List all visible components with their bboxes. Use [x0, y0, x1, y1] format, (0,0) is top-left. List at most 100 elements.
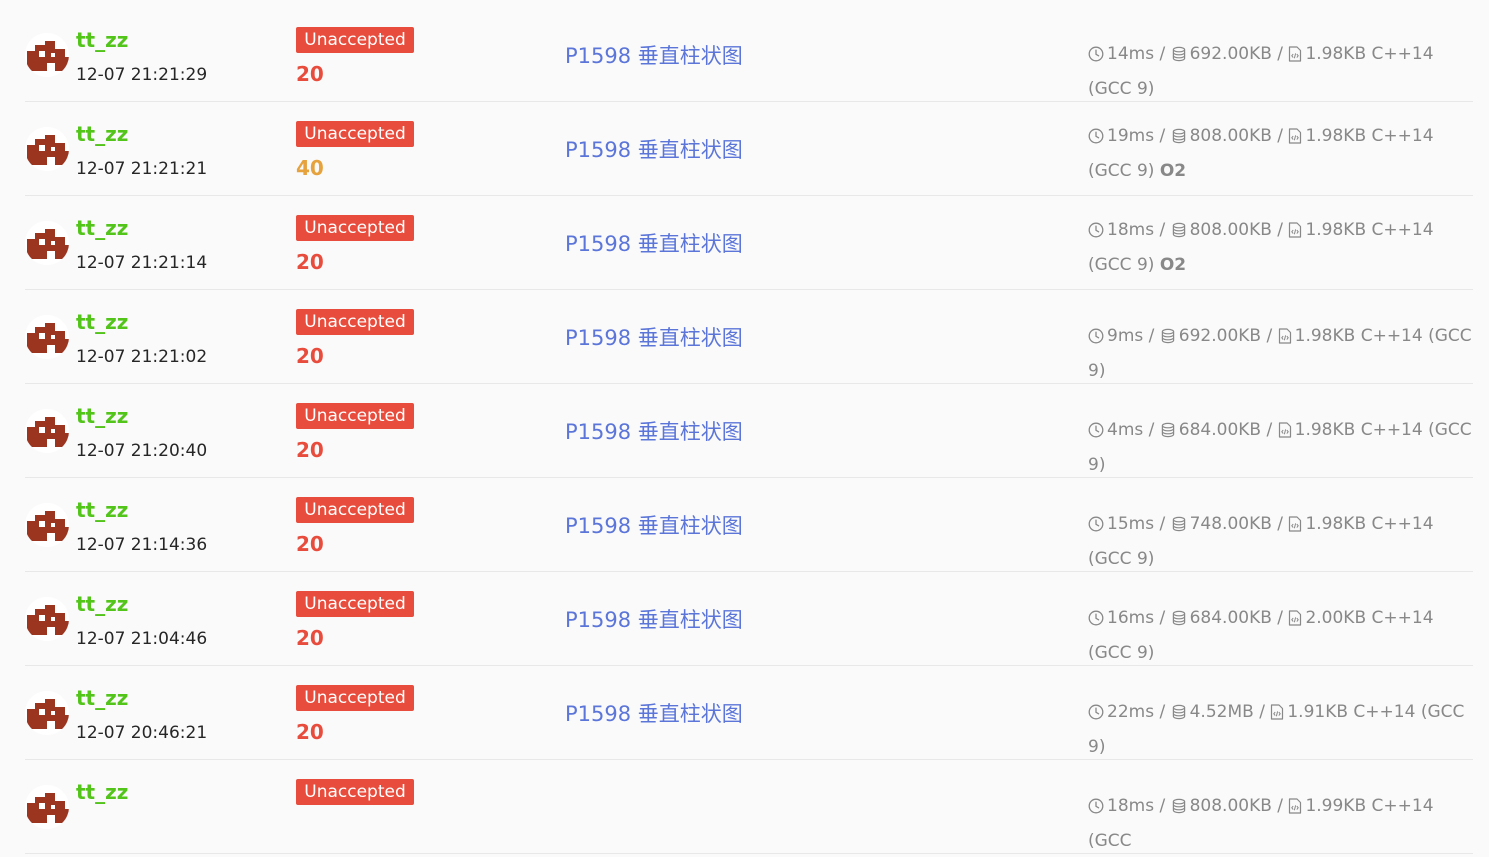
username-link[interactable]: tt_zz — [76, 28, 128, 52]
problem-link[interactable]: P1598 垂直柱状图 — [565, 606, 743, 634]
status-badge[interactable]: Unaccepted — [296, 403, 414, 429]
database-icon — [1171, 123, 1187, 155]
submit-time: 12-07 20:46:21 — [76, 723, 208, 743]
code-size: 1.91KB — [1287, 702, 1349, 722]
status-badge[interactable]: Unaccepted — [296, 497, 414, 523]
username-link[interactable]: tt_zz — [76, 404, 128, 428]
database-icon — [1160, 323, 1176, 355]
clock-icon — [1088, 699, 1104, 731]
memory-usage: 808.00KB — [1189, 220, 1272, 240]
problem-link[interactable]: P1598 垂直柱状图 — [565, 136, 743, 164]
submission-row[interactable]: tt_zz Unaccepted 18ms / 808.00KB / 1.99KB … — [25, 760, 1473, 854]
submission-stats: 9ms / 692.00KB / 1.98KB C++14 (GCC 9) — [1088, 320, 1473, 387]
submission-row[interactable]: tt_zz 12-07 21:14:36 Unaccepted 20 P1598 垂直柱… — [25, 478, 1473, 572]
score: 20 — [296, 250, 324, 274]
code-size: 1.98KB — [1294, 420, 1356, 440]
clock-icon — [1088, 217, 1104, 249]
problem-link[interactable]: P1598 垂直柱状图 — [565, 700, 743, 728]
clock-icon — [1088, 323, 1104, 355]
submit-time: 12-07 21:21:29 — [76, 65, 208, 85]
code-file-icon — [1288, 793, 1302, 825]
code-file-icon — [1270, 699, 1284, 731]
status-badge[interactable]: Unaccepted — [296, 779, 414, 805]
clock-icon — [1088, 123, 1104, 155]
memory-usage: 684.00KB — [1189, 608, 1272, 628]
user-avatar[interactable] — [25, 503, 69, 547]
user-avatar[interactable] — [25, 221, 69, 265]
score: 20 — [296, 344, 324, 368]
user-avatar[interactable] — [25, 409, 69, 453]
status-badge[interactable]: Unaccepted — [296, 27, 414, 53]
username-link[interactable]: tt_zz — [76, 498, 128, 522]
run-time: 4ms — [1107, 420, 1144, 440]
status-badge[interactable]: Unaccepted — [296, 685, 414, 711]
username-link[interactable]: tt_zz — [76, 122, 128, 146]
user-avatar[interactable] — [25, 691, 69, 735]
user-avatar[interactable] — [25, 127, 69, 171]
username-link[interactable]: tt_zz — [76, 686, 128, 710]
status-badge[interactable]: Unaccepted — [296, 591, 414, 617]
clock-icon — [1088, 417, 1104, 449]
database-icon — [1171, 793, 1187, 825]
memory-usage: 748.00KB — [1189, 514, 1272, 534]
username-link[interactable]: tt_zz — [76, 780, 128, 804]
submission-stats: 4ms / 684.00KB / 1.98KB C++14 (GCC 9) — [1088, 414, 1473, 481]
submit-time: 12-07 21:21:21 — [76, 159, 208, 179]
submission-list: tt_zz 12-07 21:21:29 Unaccepted 20 P1598 垂直柱… — [25, 8, 1473, 854]
memory-usage: 692.00KB — [1189, 44, 1272, 64]
submission-stats: 15ms / 748.00KB / 1.98KB C++14 (GCC 9) — [1088, 508, 1473, 575]
problem-link[interactable]: P1598 垂直柱状图 — [565, 512, 743, 540]
status-badge[interactable]: Unaccepted — [296, 215, 414, 241]
memory-usage: 684.00KB — [1178, 420, 1262, 440]
user-avatar[interactable] — [25, 33, 69, 77]
clock-icon — [1088, 793, 1104, 825]
problem-link[interactable]: P1598 垂直柱状图 — [565, 418, 743, 446]
database-icon — [1171, 511, 1187, 543]
run-time: 19ms — [1107, 126, 1155, 146]
submission-stats: 19ms / 808.00KB / 1.98KB C++14 (GCC 9) O… — [1088, 120, 1473, 187]
submission-row[interactable]: tt_zz 12-07 21:21:02 Unaccepted 20 P1598 垂直柱… — [25, 290, 1473, 384]
submission-row[interactable]: tt_zz 12-07 21:04:46 Unaccepted 20 P1598 垂直柱… — [25, 572, 1473, 666]
code-file-icon — [1288, 217, 1302, 249]
username-link[interactable]: tt_zz — [76, 310, 128, 334]
problem-link[interactable]: P1598 垂直柱状图 — [565, 324, 743, 352]
code-file-icon — [1288, 41, 1302, 73]
submit-time: 12-07 21:21:14 — [76, 253, 208, 273]
submit-time: 12-07 21:14:36 — [76, 535, 208, 555]
database-icon — [1160, 417, 1176, 449]
submission-row[interactable]: tt_zz 12-07 21:21:14 Unaccepted 20 P1598 垂直柱… — [25, 196, 1473, 290]
problem-link[interactable]: P1598 垂直柱状图 — [565, 230, 743, 258]
submit-time: 12-07 21:20:40 — [76, 441, 208, 461]
memory-usage: 808.00KB — [1189, 796, 1272, 816]
status-badge[interactable]: Unaccepted — [296, 309, 414, 335]
run-time: 9ms — [1107, 326, 1144, 346]
submission-row[interactable]: tt_zz 12-07 21:20:40 Unaccepted 20 P1598 垂直柱… — [25, 384, 1473, 478]
code-file-icon — [1278, 417, 1292, 449]
submission-row[interactable]: tt_zz 12-07 20:46:21 Unaccepted 20 P1598 垂直柱… — [25, 666, 1473, 760]
memory-usage: 808.00KB — [1189, 126, 1272, 146]
score: 20 — [296, 720, 324, 744]
submission-stats: 14ms / 692.00KB / 1.98KB C++14 (GCC 9) — [1088, 38, 1473, 105]
code-size: 2.00KB — [1305, 608, 1367, 628]
clock-icon — [1088, 511, 1104, 543]
code-file-icon — [1288, 605, 1302, 637]
status-badge[interactable]: Unaccepted — [296, 121, 414, 147]
code-size: 1.98KB — [1305, 44, 1367, 64]
username-link[interactable]: tt_zz — [76, 216, 128, 240]
score: 20 — [296, 438, 324, 462]
submission-stats: 18ms / 808.00KB / 1.98KB C++14 (GCC 9) O… — [1088, 214, 1473, 281]
submission-row[interactable]: tt_zz 12-07 21:21:29 Unaccepted 20 P1598 垂直柱… — [25, 8, 1473, 102]
run-time: 22ms — [1107, 702, 1155, 722]
submission-stats: 22ms / 4.52MB / 1.91KB C++14 (GCC 9) — [1088, 696, 1473, 763]
username-link[interactable]: tt_zz — [76, 592, 128, 616]
submission-row[interactable]: tt_zz 12-07 21:21:21 Unaccepted 40 P1598 垂直柱… — [25, 102, 1473, 196]
database-icon — [1171, 41, 1187, 73]
user-avatar[interactable] — [25, 315, 69, 359]
submit-time: 12-07 21:04:46 — [76, 629, 208, 649]
run-time: 14ms — [1107, 44, 1155, 64]
run-time: 18ms — [1107, 220, 1155, 240]
code-size: 1.98KB — [1305, 514, 1367, 534]
database-icon — [1171, 217, 1187, 249]
user-avatar[interactable] — [25, 597, 69, 641]
problem-link[interactable]: P1598 垂直柱状图 — [565, 42, 743, 70]
